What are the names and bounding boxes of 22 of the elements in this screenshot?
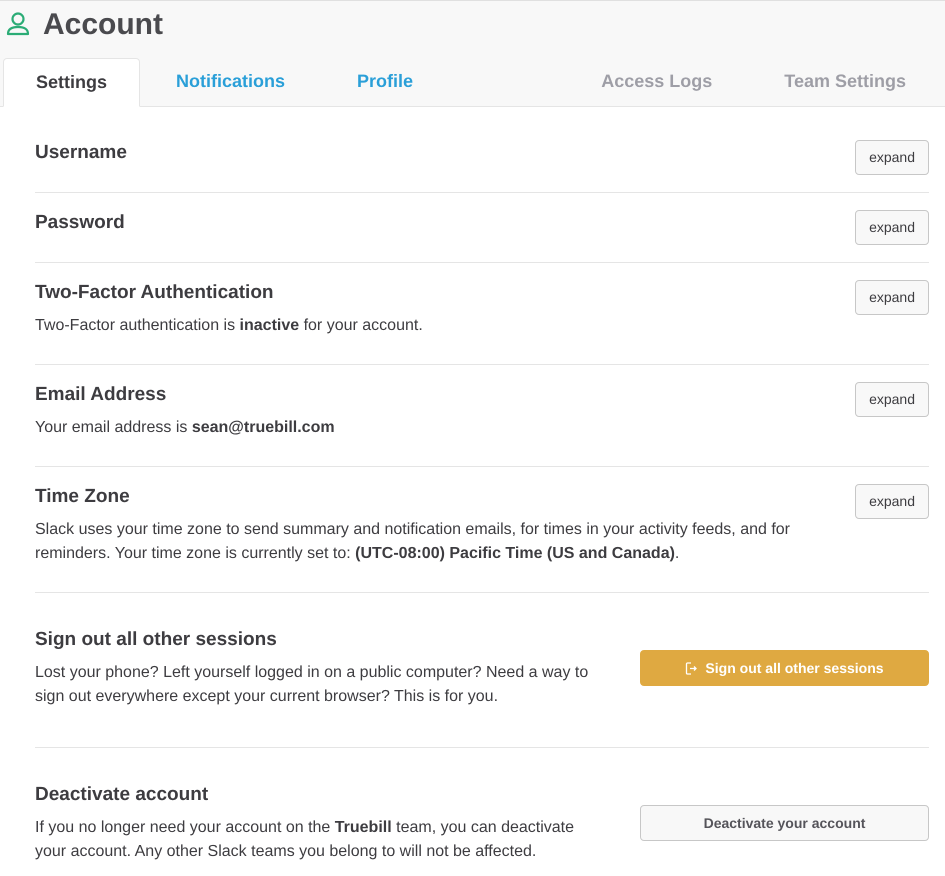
section-title: Email Address bbox=[35, 383, 168, 407]
user-icon bbox=[5, 11, 31, 37]
sign-out-icon bbox=[685, 662, 698, 674]
section-description: Your email address is sean@truebill.com bbox=[35, 418, 336, 438]
deactivate-button[interactable]: Deactivate your account bbox=[640, 805, 929, 841]
section-title: Sign out all other sessions bbox=[35, 628, 278, 652]
tab[interactable]: Settings bbox=[3, 58, 140, 107]
page-title: Account bbox=[43, 6, 163, 42]
section-title: Time Zone bbox=[35, 485, 131, 509]
expand-button[interactable]: expand bbox=[855, 210, 929, 245]
section-title: Password bbox=[35, 211, 126, 235]
section-description: If you no longer need your account on the Truebill team, you can deactivate your account. Any other Slack teams you belong to will not be affected. bbox=[35, 818, 575, 862]
section-description: Slack uses your time zone to send summary and notification emails, for times in your activity feeds, and for reminders. Your time zone is currently set to: (UTC-08:00) Pacific Time (US and Canada). bbox=[35, 520, 791, 564]
section-title: Deactivate account bbox=[35, 783, 210, 807]
expand-button[interactable]: expand bbox=[855, 382, 929, 417]
section-title: Username bbox=[35, 141, 128, 165]
section-title: Two-Factor Authentication bbox=[35, 281, 275, 305]
expand-button[interactable]: expand bbox=[855, 280, 929, 315]
expand-button[interactable]: expand bbox=[855, 484, 929, 519]
expand-button[interactable]: expand bbox=[855, 140, 929, 175]
section-description: Lost your phone? Left yourself logged in on a public computer? Need a way to sign out everywhere except your current browser? This is for you. bbox=[35, 663, 590, 707]
section-description: Two-Factor authentication is inactive for your account. bbox=[35, 316, 424, 336]
